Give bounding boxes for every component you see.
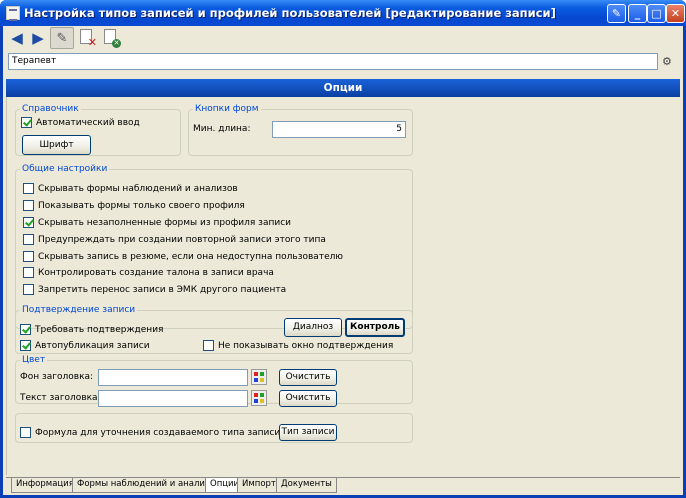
general-setting-row[interactable]: Скрывать формы наблюдений и анализов <box>23 183 238 194</box>
tab-forms[interactable]: Формы наблюдений и анализов <box>72 478 225 493</box>
record-name-input[interactable]: Терапевт <box>8 53 658 70</box>
general-setting-row[interactable]: Контролировать создание талона в записи … <box>23 267 274 278</box>
autopublish-row[interactable]: Автопубликация записи <box>20 340 150 351</box>
hide-confirmation-window-row[interactable]: Не показывать окно подтверждения <box>203 340 393 351</box>
tab-documents[interactable]: Документы <box>276 478 337 493</box>
reference-legend: Справочник <box>22 104 79 114</box>
clear-header-text-button[interactable]: Очистить <box>279 390 337 407</box>
application-window: Настройка типов записей и профилей польз… <box>0 0 686 498</box>
general-setting-checkbox[interactable] <box>23 234 34 245</box>
hide-confirmation-window-checkbox[interactable] <box>203 340 214 351</box>
general-setting-checkbox[interactable] <box>23 251 34 262</box>
general-setting-checkbox[interactable] <box>23 183 34 194</box>
min-length-label: Мин. длина: <box>193 124 251 134</box>
pencil-icon[interactable]: ✎ <box>50 27 74 49</box>
tab-information[interactable]: Информация <box>11 478 79 493</box>
control-button[interactable]: Контроль <box>345 318 405 337</box>
auto-input-label: Автоматический ввод <box>36 117 140 128</box>
options-header: Опции <box>6 79 680 97</box>
arrow-left-icon[interactable]: ◀ <box>6 27 28 49</box>
maximize-button[interactable]: □ <box>647 4 666 23</box>
title-bar[interactable]: Настройка типов записей и профилей польз… <box>0 0 686 26</box>
window-title: Настройка типов записей и профилей польз… <box>24 6 556 20</box>
general-setting-row[interactable]: Скрывать запись в резюме, если она недос… <box>23 251 343 262</box>
min-length-input[interactable]: 5 <box>272 121 406 138</box>
general-setting-row[interactable]: Предупреждать при создании повторной зап… <box>23 234 326 245</box>
require-confirmation-row[interactable]: Требовать подтверждения <box>20 324 163 335</box>
app-icon <box>6 6 20 21</box>
header-bg-label: Фон заголовка: <box>20 372 94 382</box>
arrow-right-icon[interactable]: ▶ <box>27 27 49 49</box>
general-setting-checkbox[interactable] <box>23 200 34 211</box>
formula-row[interactable]: Формула для уточнения создаваемого типа … <box>20 427 280 438</box>
autopublish-checkbox[interactable] <box>20 340 31 351</box>
close-document-icon[interactable]: ✕ <box>100 27 122 49</box>
clear-header-bg-button[interactable]: Очистить <box>279 369 337 386</box>
tab-bar: Информация Формы наблюдений и анализов О… <box>6 477 680 493</box>
general-setting-row[interactable]: Показывать формы только своего профиля <box>23 200 245 211</box>
general-settings-legend: Общие настройки <box>22 164 108 174</box>
header-text-label: Текст заголовка: <box>20 393 101 403</box>
color-picker-icon[interactable] <box>251 369 267 385</box>
general-setting-checkbox[interactable] <box>23 267 34 278</box>
close-button[interactable]: ✕ <box>666 4 685 23</box>
record-type-button[interactable]: Тип записи <box>279 424 337 441</box>
general-setting-checkbox[interactable] <box>23 217 34 228</box>
tab-import[interactable]: Импорт <box>237 478 281 493</box>
auto-input-checkbox[interactable] <box>21 117 32 128</box>
general-setting-row[interactable]: Запретить перенос записи в ЭМК другого п… <box>23 284 286 295</box>
minimize-button[interactable]: _ <box>628 4 647 23</box>
lookup-icon[interactable]: ⚙ <box>662 55 676 69</box>
form-buttons-legend: Кнопки форм <box>195 104 259 114</box>
color-legend: Цвет <box>22 355 46 365</box>
require-confirmation-checkbox[interactable] <box>20 324 31 335</box>
window-client: ◀ ▶ ✎ ✕ ✕ Терапевт ⚙ Опции Справочник Ав… <box>3 26 683 495</box>
header-bg-color-input[interactable] <box>98 369 248 386</box>
delete-document-icon[interactable]: ✕ <box>76 27 98 49</box>
diagnosis-button[interactable]: Диалноз <box>284 318 342 337</box>
tool-icon[interactable]: ✎ <box>607 4 626 23</box>
general-setting-checkbox[interactable] <box>23 284 34 295</box>
toolbar: ◀ ▶ ✎ ✕ ✕ <box>3 26 683 50</box>
header-text-color-input[interactable] <box>98 390 248 407</box>
font-button[interactable]: Шрифт <box>22 135 91 155</box>
formula-checkbox[interactable] <box>20 427 31 438</box>
general-setting-row[interactable]: Скрывать незаполненные формы из профиля … <box>23 217 291 228</box>
auto-input-row[interactable]: Автоматический ввод <box>21 117 140 128</box>
options-panel: Справочник Автоматический ввод Шрифт Кно… <box>6 97 680 475</box>
color-picker-icon[interactable] <box>251 390 267 406</box>
confirmation-legend: Подтверждение записи <box>22 305 136 315</box>
